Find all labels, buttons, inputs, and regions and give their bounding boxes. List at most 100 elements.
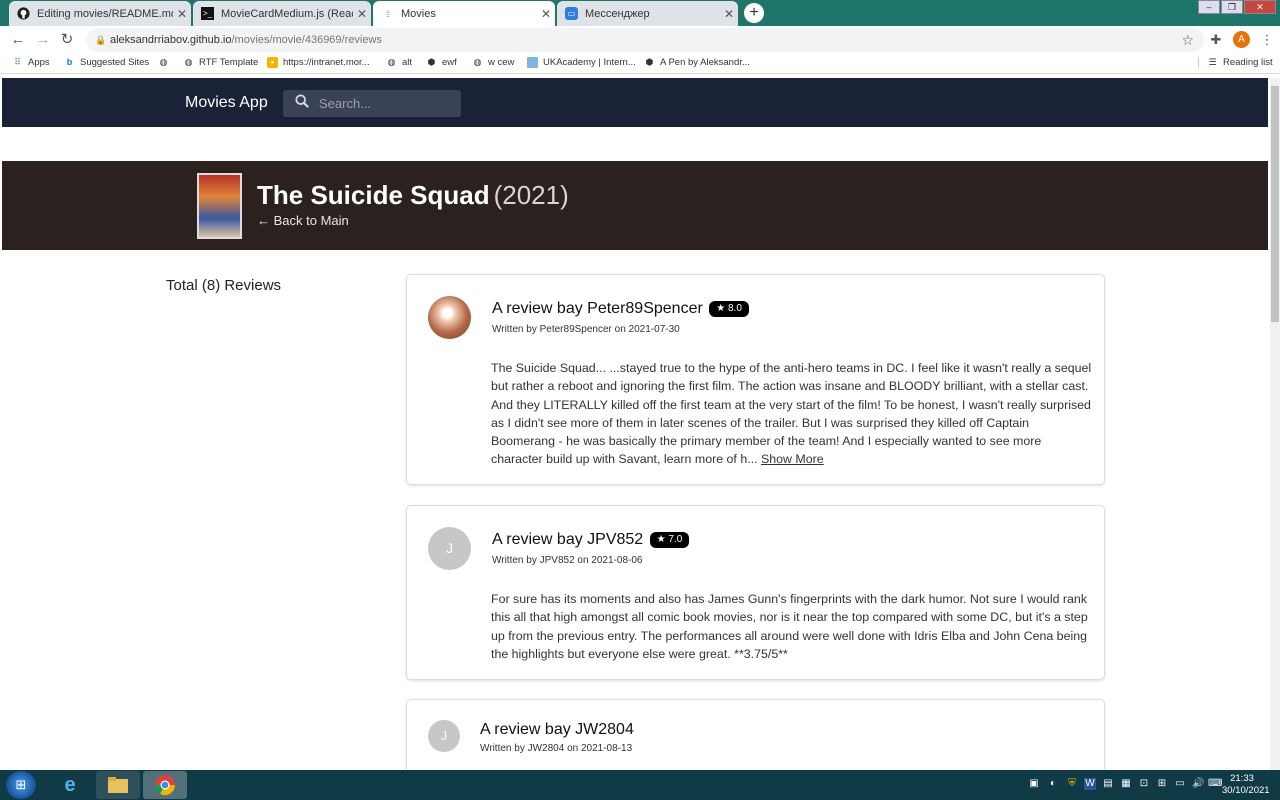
- tab-title: Мессенджер: [585, 7, 650, 20]
- review-title: A review bay JPV852: [492, 531, 644, 548]
- language-icon[interactable]: ⌨: [1208, 778, 1222, 790]
- word-icon[interactable]: W: [1084, 778, 1096, 790]
- close-icon[interactable]: ✕: [720, 7, 738, 21]
- reading-list-button[interactable]: ☰ Reading list: [1198, 57, 1273, 68]
- github-icon: [17, 7, 30, 20]
- maximize-button[interactable]: ❐: [1221, 0, 1243, 14]
- browser-tab-strip: Editing movies/README.md at m ✕ >_ Movie…: [0, 0, 1280, 26]
- file-explorer-icon[interactable]: [96, 771, 140, 799]
- bookmark-alt[interactable]: ◍ alt: [386, 57, 412, 68]
- bookmark-rtf-template[interactable]: ◍ RTF Template: [183, 57, 259, 68]
- tray-icon[interactable]: ▣: [1028, 778, 1040, 790]
- chrome-icon[interactable]: [143, 771, 187, 799]
- back-to-main-link[interactable]: ← Back to Main: [257, 213, 349, 228]
- bookmark-w-cew[interactable]: ◍ w cew: [472, 57, 515, 68]
- back-arrow-icon[interactable]: ←: [8, 30, 28, 50]
- rating-badge: ★ 8.0: [709, 301, 749, 317]
- review-card: J A review bay JW2804 Written by JW2804 …: [406, 699, 1105, 770]
- bookmark-apps[interactable]: ⠿ Apps: [12, 57, 49, 68]
- tab-readme[interactable]: Editing movies/README.md at m ✕: [9, 1, 191, 26]
- search-icon: [295, 94, 309, 111]
- extensions-puzzle-icon[interactable]: ✚: [1207, 31, 1225, 49]
- page-scrollbar[interactable]: [1270, 78, 1280, 770]
- internet-explorer-icon[interactable]: e: [48, 771, 92, 799]
- bookmark-label: Suggested Sites: [80, 57, 150, 68]
- tab-messenger[interactable]: ▭ Мессенджер ✕: [557, 1, 738, 26]
- codepen-icon: ⬢: [427, 57, 436, 67]
- tray-icon[interactable]: ▤: [1102, 778, 1114, 790]
- reading-list-icon: ☰: [1208, 57, 1217, 67]
- address-bar[interactable]: 🔒 aleksandrriabov.github.io/movies/movie…: [86, 28, 1204, 52]
- close-window-button[interactable]: ✕: [1244, 0, 1276, 14]
- network-icon[interactable]: ▭: [1174, 778, 1186, 790]
- browser-toolbar: ← → ↻ 🔒 aleksandrriabov.github.io/movies…: [0, 26, 1280, 54]
- bookmarks-bar: ⠿ Apps b Suggested Sites ◍ ◍ RTF Templat…: [0, 54, 1280, 74]
- close-icon[interactable]: ✕: [353, 7, 371, 21]
- bookmark-intranet[interactable]: ▪ https://intranet.mor...: [267, 57, 370, 68]
- globe-icon: ◍: [473, 57, 482, 67]
- forward-arrow-icon[interactable]: →: [33, 30, 53, 50]
- bookmark-label: alt: [402, 57, 413, 68]
- bookmark-ewf[interactable]: ⬢ ewf: [426, 57, 457, 68]
- volume-icon[interactable]: 🔊: [1192, 778, 1204, 790]
- tab-movies[interactable]: ⁞⁞ Movies ✕: [373, 1, 555, 26]
- review-header: A review bay Peter89Spencer ★ 8.0: [492, 300, 749, 318]
- tray-icon[interactable]: ▦: [1120, 778, 1132, 790]
- tray-icon[interactable]: ◐: [1047, 778, 1059, 790]
- reviews-total: Total (8) Reviews: [166, 277, 282, 294]
- loading-icon: ⁞⁞: [385, 8, 390, 19]
- shield-icon[interactable]: ⛨: [1066, 778, 1078, 790]
- bookmark-label: UKAcademy | Intern...: [543, 57, 636, 68]
- review-author-date: Written by JW2804 on 2021-08-13: [480, 743, 633, 754]
- globe-icon: ◍: [159, 57, 168, 67]
- movie-poster-image: [197, 173, 242, 239]
- bookmark-suggested-sites[interactable]: b Suggested Sites: [64, 57, 149, 68]
- system-clock[interactable]: 21:33 30/10/2021: [1222, 773, 1270, 797]
- review-title: A review bay Peter89Spencer: [492, 300, 703, 317]
- messenger-icon: ▭: [565, 7, 578, 20]
- movie-header: The Suicide Squad (2021) ← Back to Main: [2, 161, 1268, 250]
- search-input[interactable]: Search...: [283, 90, 461, 117]
- tab-title: Editing movies/README.md at m: [37, 7, 173, 20]
- app-brand[interactable]: Movies App: [185, 94, 268, 112]
- page-icon: [527, 57, 538, 68]
- movie-title-text: The Suicide Squad: [257, 180, 490, 210]
- new-tab-button[interactable]: +: [744, 3, 764, 23]
- rating-badge: ★ 7.0: [649, 532, 690, 548]
- avatar: [428, 296, 471, 339]
- search-placeholder: Search...: [319, 96, 372, 111]
- profile-avatar[interactable]: A: [1233, 31, 1250, 48]
- clock-date: 30/10/2021: [1222, 785, 1270, 796]
- scrollbar-thumb[interactable]: [1271, 86, 1279, 322]
- close-icon[interactable]: ✕: [173, 7, 191, 21]
- tray-icon[interactable]: ⊞: [1156, 778, 1168, 790]
- show-more-link[interactable]: Show More: [761, 452, 824, 466]
- folder-icon: ▪: [267, 57, 278, 68]
- url-host: aleksandrriabov.github.io: [110, 34, 232, 46]
- review-header: A review bay JPV852 ★ 7.0: [492, 531, 690, 549]
- tab-moviecard[interactable]: >_ MovieCardMedium.js (React-plus ✕: [193, 1, 371, 26]
- close-icon[interactable]: ✕: [537, 7, 555, 21]
- start-button[interactable]: ⊞: [6, 771, 36, 799]
- lock-icon: 🔒: [95, 35, 107, 45]
- codepen-icon: ⬢: [645, 57, 654, 67]
- bookmark-label: w cew: [488, 57, 515, 68]
- tab-title: MovieCardMedium.js (React-plus: [221, 7, 353, 20]
- bing-icon: b: [66, 57, 73, 67]
- review-body: The Suicide Squad... ...stayed true to t…: [491, 359, 1092, 469]
- reload-icon[interactable]: ↻: [57, 30, 77, 50]
- tray-icon[interactable]: ⊡: [1138, 778, 1150, 790]
- app-navbar: Movies App Search...: [2, 78, 1268, 127]
- bookmark-globe[interactable]: ◍: [158, 57, 174, 68]
- menu-kebab-icon[interactable]: ⋮: [1258, 31, 1276, 49]
- review-author-date: Written by Peter89Spencer on 2021-07-30: [492, 324, 680, 335]
- avatar: J: [428, 720, 460, 752]
- bookmark-a-pen[interactable]: ⬢ A Pen by Aleksandr...: [644, 57, 750, 68]
- bookmark-ukacademy[interactable]: UKAcademy | Intern...: [527, 57, 636, 68]
- movie-title: The Suicide Squad (2021): [257, 180, 569, 211]
- minimize-button[interactable]: –: [1198, 0, 1220, 14]
- bookmark-star-icon[interactable]: ☆: [1181, 28, 1194, 52]
- globe-icon: ◍: [387, 57, 396, 67]
- bookmark-label: A Pen by Aleksandr...: [660, 57, 750, 68]
- tab-title: Movies: [401, 7, 436, 20]
